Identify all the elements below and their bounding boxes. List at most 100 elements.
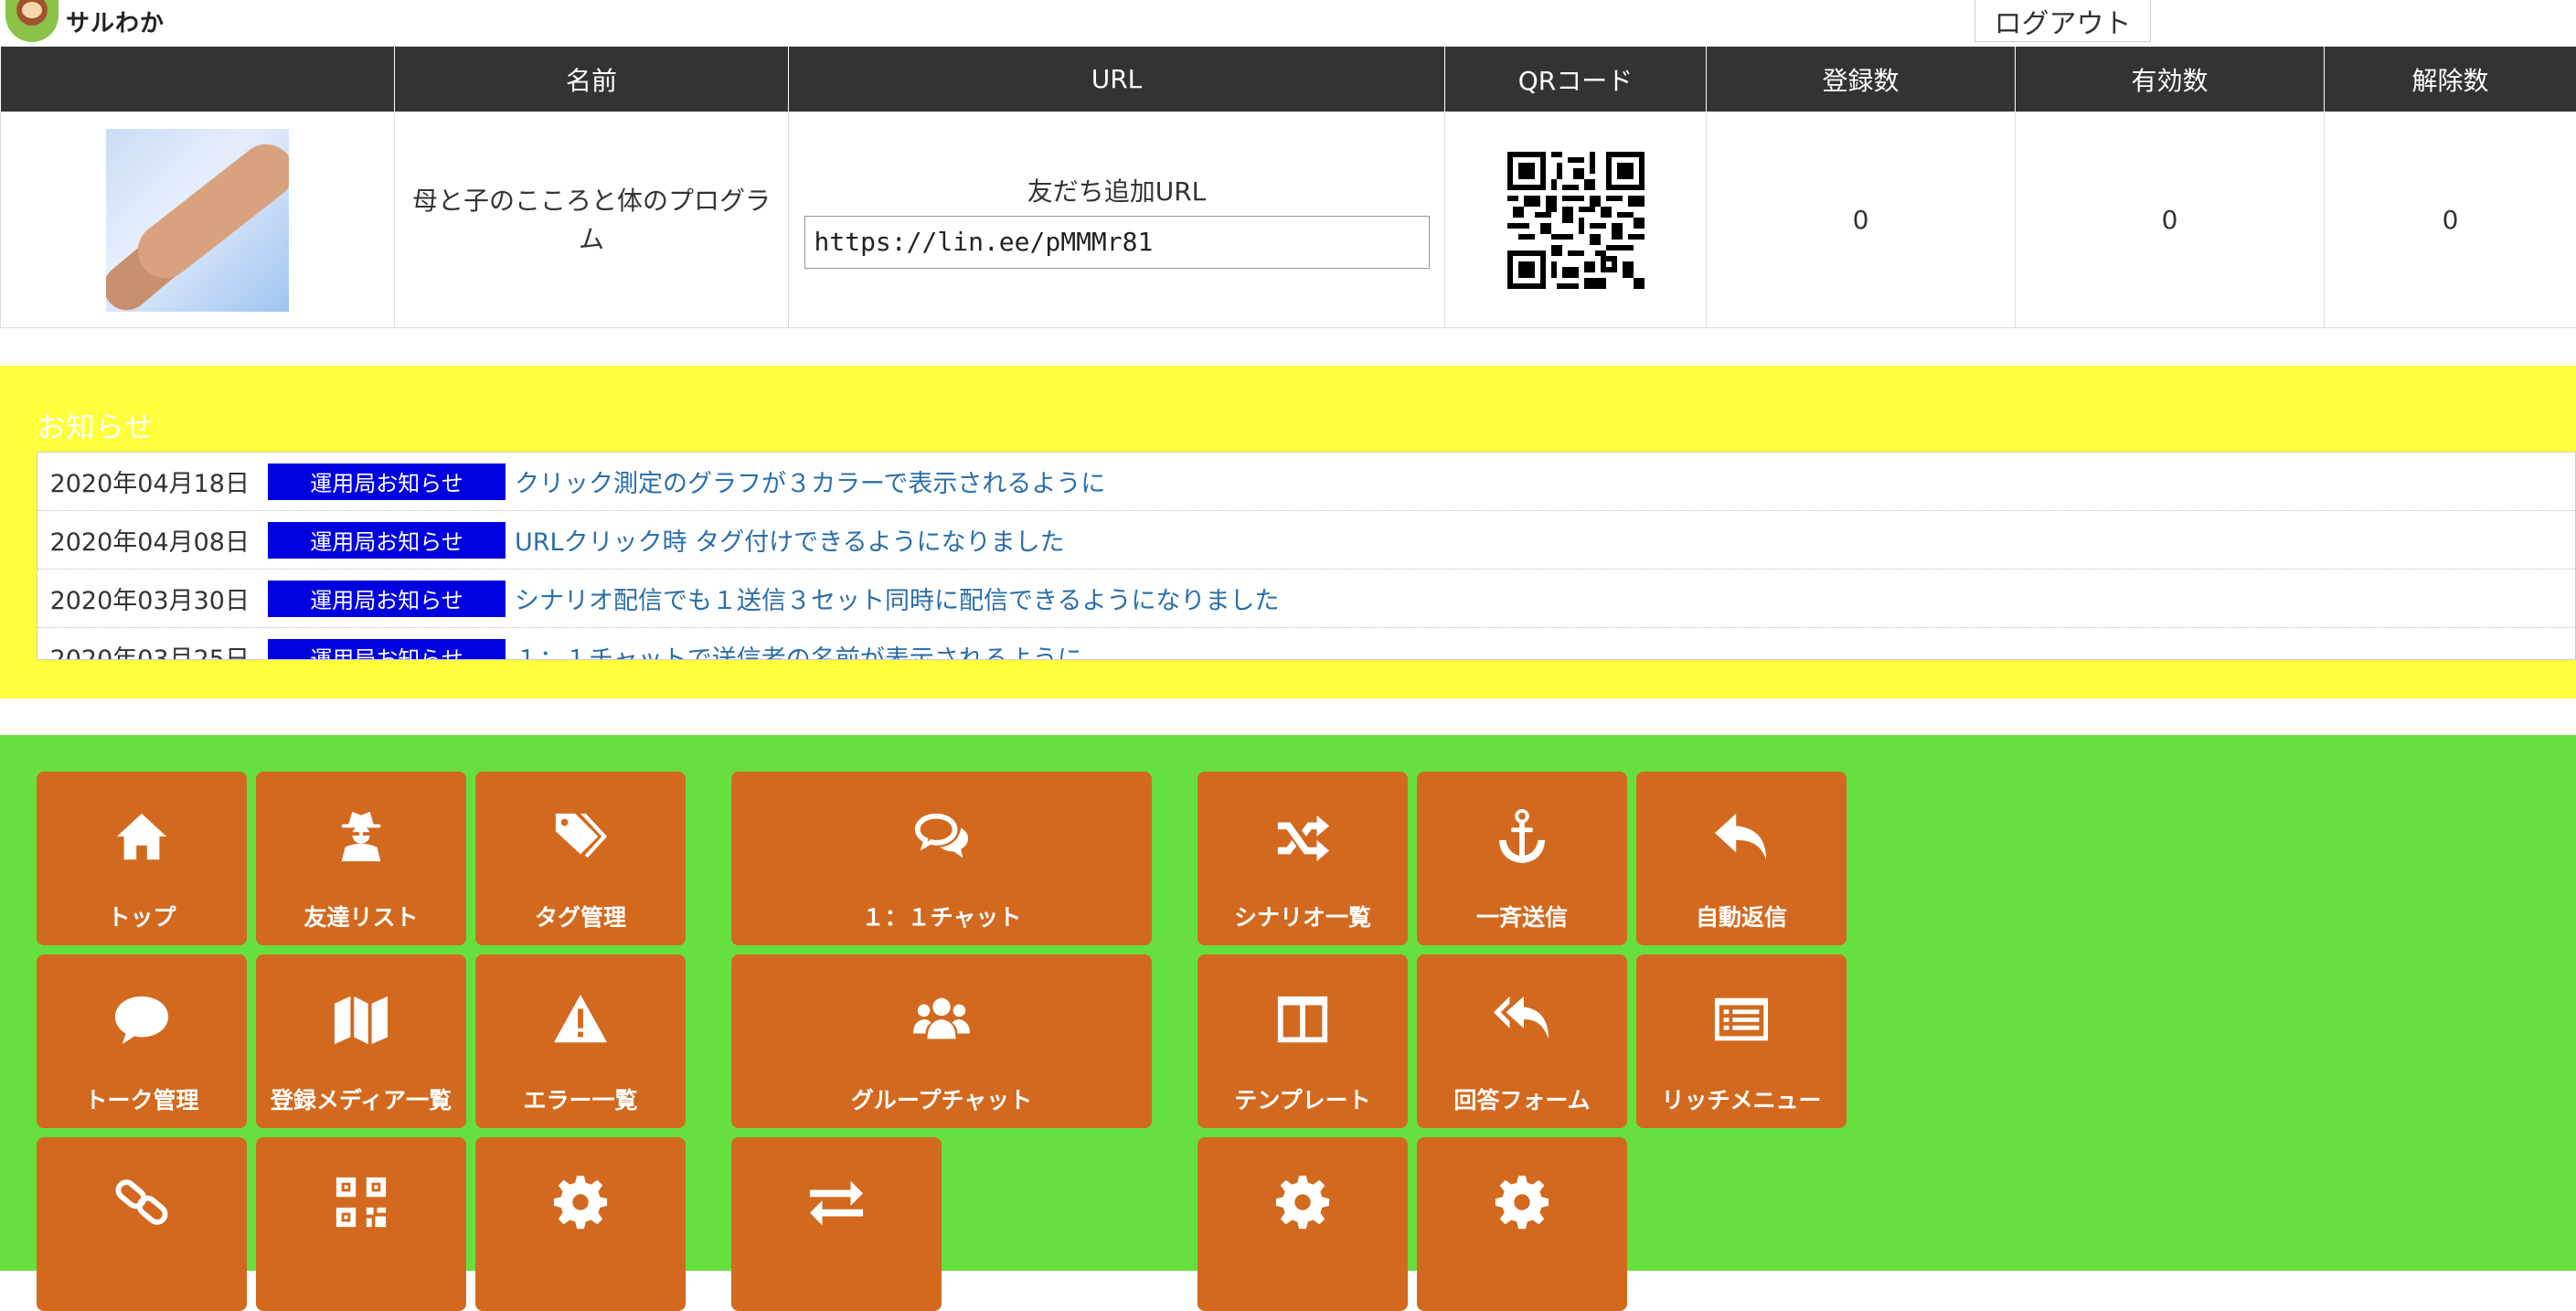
random-icon — [1274, 808, 1331, 865]
notice-badge: 運用局お知らせ — [268, 639, 506, 661]
logout-button[interactable]: ログアウト — [1975, 0, 2151, 42]
menu-exchange-button[interactable] — [731, 1137, 942, 1311]
link-icon — [113, 1174, 170, 1231]
header-cancelled: 解除数 — [2325, 47, 2576, 112]
menu-template-button[interactable]: テンプレート — [1198, 954, 1408, 1128]
main-menu: トップ 友達リスト タグ管理 １：１チャット シナリオ一覧 一斉送信 自動返信 … — [0, 735, 2576, 1271]
logo-text: サルわか — [66, 5, 165, 38]
menu-talk-button[interactable]: トーク管理 — [37, 954, 247, 1128]
header-qr: QRコード — [1445, 47, 1707, 112]
notice-link[interactable]: クリック測定のグラフが３カラーで表示されるように — [515, 464, 1105, 499]
menu-label: エラー一覧 — [475, 1082, 686, 1115]
menu-richmenu-button[interactable]: リッチメニュー — [1636, 954, 1847, 1128]
menu-friends-button[interactable]: 友達リスト — [256, 772, 466, 945]
header-registered: 登録数 — [1707, 47, 2016, 112]
notice-badge: 運用局お知らせ — [268, 581, 506, 617]
table-header-row: 名前 URL QRコード 登録数 有効数 解除数 — [1, 47, 2576, 112]
notice-list[interactable]: 2020年04月18日 運用局お知らせ クリック測定のグラフが３カラーで表示され… — [37, 452, 2576, 660]
top-bar: サルわか ログアウト — [0, 0, 2576, 46]
reply-icon — [1713, 808, 1770, 865]
notice-link[interactable]: シナリオ配信でも１送信３セット同時に配信できるようになりました — [515, 581, 1279, 616]
columns-icon — [1274, 991, 1331, 1048]
menu-tags-button[interactable]: タグ管理 — [475, 772, 686, 945]
account-table: 名前 URL QRコード 登録数 有効数 解除数 母と子のこころと体のプログラム… — [0, 46, 2576, 328]
menu-label: 登録メディア一覧 — [256, 1082, 466, 1115]
menu-label: トーク管理 — [37, 1082, 247, 1115]
anchor-icon — [1494, 808, 1550, 865]
menu-errors-button[interactable]: エラー一覧 — [475, 954, 686, 1128]
notice-date: 2020年03月30日 — [37, 581, 268, 616]
url-cell: 友だち追加URL — [789, 112, 1445, 328]
menu-label: １：１チャット — [731, 900, 1152, 933]
notice-section: お知らせ 2020年04月18日 運用局お知らせ クリック測定のグラフが３カラー… — [0, 366, 2576, 698]
notice-badge: 運用局お知らせ — [268, 464, 506, 500]
menu-label: タグ管理 — [475, 900, 686, 933]
menu-label: テンプレート — [1198, 1082, 1408, 1115]
warning-icon — [552, 991, 609, 1048]
notice-date: 2020年04月08日 — [37, 522, 268, 558]
logo[interactable]: サルわか — [5, 0, 165, 42]
gear-icon — [1274, 1174, 1331, 1231]
qrcode-icon — [333, 1174, 389, 1231]
menu-settings-button[interactable] — [475, 1137, 686, 1311]
header-active: 有効数 — [2016, 47, 2325, 112]
menu-link-button[interactable] — [37, 1137, 247, 1311]
user-secret-icon — [333, 808, 389, 865]
active-count: 0 — [2016, 112, 2325, 328]
menu-autoreply-button[interactable]: 自動返信 — [1636, 772, 1847, 945]
friend-url-input[interactable] — [804, 216, 1430, 269]
list-item: 2020年03月30日 運用局お知らせ シナリオ配信でも１送信３セット同時に配信… — [37, 570, 2575, 628]
monkey-logo-icon — [5, 0, 59, 42]
gear-icon — [1494, 1174, 1550, 1231]
menu-groupchat-button[interactable]: グループチャット — [731, 954, 1152, 1128]
reply-all-icon — [1494, 991, 1550, 1048]
menu-settings-button-3[interactable] — [1417, 1137, 1627, 1311]
tags-icon — [552, 808, 609, 865]
menu-label: トップ — [37, 900, 247, 933]
menu-qrcode-button[interactable] — [256, 1137, 466, 1311]
menu-label: 友達リスト — [256, 900, 466, 933]
list-item: 2020年03月25日 運用局お知らせ １：１チャットで送信者の名前が表示される… — [37, 628, 2575, 660]
list-alt-icon — [1713, 991, 1770, 1048]
account-image[interactable] — [106, 129, 289, 312]
account-image-cell — [1, 112, 395, 328]
menu-label: リッチメニュー — [1636, 1082, 1847, 1115]
menu-form-button[interactable]: 回答フォーム — [1417, 954, 1627, 1128]
notice-date: 2020年03月25日 — [37, 639, 268, 660]
notice-date: 2020年04月18日 — [37, 464, 268, 499]
list-item: 2020年04月18日 運用局お知らせ クリック測定のグラフが３カラーで表示され… — [37, 453, 2575, 511]
notice-title: お知らせ — [37, 404, 153, 446]
header-url: URL — [789, 47, 1445, 112]
notice-link[interactable]: １：１チャットで送信者の名前が表示されるように — [515, 639, 1082, 660]
users-icon — [913, 991, 970, 1048]
menu-media-button[interactable]: 登録メディア一覧 — [256, 954, 466, 1128]
menu-top-button[interactable]: トップ — [37, 772, 247, 945]
menu-chat-button[interactable]: １：１チャット — [731, 772, 1152, 945]
menu-broadcast-button[interactable]: 一斉送信 — [1417, 772, 1627, 945]
menu-settings-button-2[interactable] — [1198, 1137, 1408, 1311]
menu-label: シナリオ一覧 — [1198, 900, 1408, 933]
header-image — [1, 47, 395, 112]
list-item: 2020年04月08日 運用局お知らせ URLクリック時 タグ付けできるようにな… — [37, 511, 2575, 570]
exchange-icon — [808, 1174, 865, 1231]
menu-label: 回答フォーム — [1417, 1082, 1627, 1115]
account-name: 母と子のこころと体のプログラム — [395, 112, 789, 328]
menu-label: 自動返信 — [1636, 900, 1847, 933]
notice-badge: 運用局お知らせ — [268, 522, 506, 559]
menu-scenario-button[interactable]: シナリオ一覧 — [1198, 772, 1408, 945]
url-label: 友だち追加URL — [789, 172, 1444, 208]
registered-count: 0 — [1707, 112, 2016, 328]
menu-label: グループチャット — [731, 1082, 1152, 1115]
qrcode-image — [1507, 152, 1645, 289]
map-icon — [333, 991, 389, 1048]
comments-icon — [913, 808, 970, 865]
notice-link[interactable]: URLクリック時 タグ付けできるようになりました — [515, 522, 1065, 558]
home-icon — [113, 808, 170, 865]
qr-cell — [1445, 112, 1707, 328]
gear-icon — [552, 1174, 609, 1231]
table-row: 母と子のこころと体のプログラム 友だち追加URL — [1, 112, 2576, 328]
menu-label: 一斉送信 — [1417, 900, 1627, 933]
comment-icon — [113, 991, 170, 1048]
cancelled-count: 0 — [2325, 112, 2576, 328]
header-name: 名前 — [395, 47, 789, 112]
